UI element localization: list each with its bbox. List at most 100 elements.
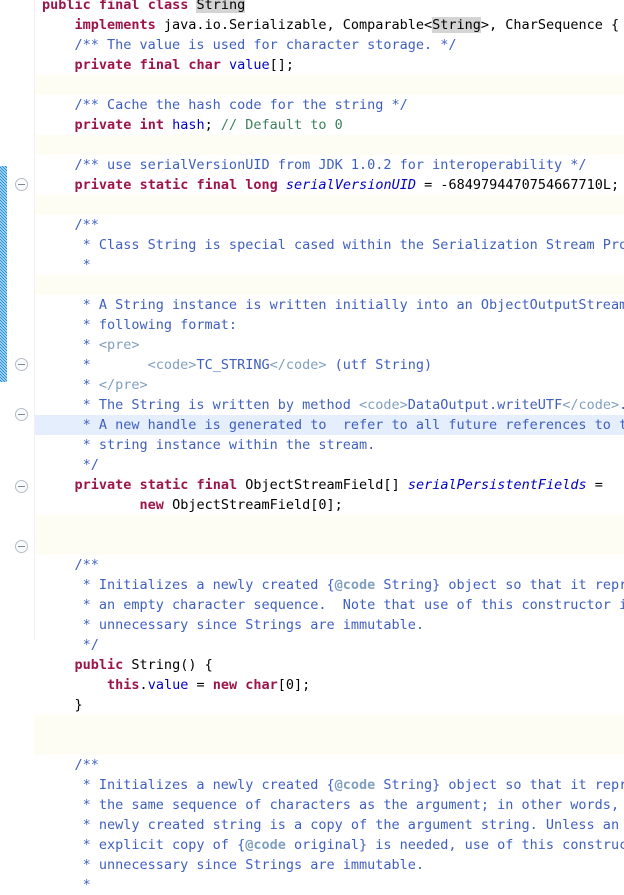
code-line[interactable] bbox=[34, 535, 624, 555]
code-line[interactable]: private static final long serialVersionU… bbox=[34, 175, 624, 195]
code-line[interactable]: * unnecessary since Strings are immutabl… bbox=[34, 855, 624, 875]
code-line[interactable]: /** use serialVersionUID from JDK 1.0.2 … bbox=[34, 155, 624, 175]
code-line[interactable]: * unnecessary since Strings are immutabl… bbox=[34, 615, 624, 635]
code-token-cmt: /** Cache the hash code for the string *… bbox=[42, 97, 408, 113]
code-token-cmt: /** bbox=[42, 217, 99, 233]
code-line[interactable]: */ bbox=[34, 455, 624, 475]
code-token-plain: [0]; bbox=[277, 677, 311, 693]
code-token-kw: final bbox=[196, 477, 238, 493]
code-line[interactable]: private final char value[]; bbox=[34, 55, 624, 75]
code-line[interactable] bbox=[34, 135, 624, 155]
code-line[interactable]: * Initializes a newly created {@code Str… bbox=[34, 575, 624, 595]
code-line[interactable]: /** The value is used for character stor… bbox=[34, 35, 624, 55]
code-token-cmt: */ bbox=[42, 637, 99, 653]
code-line[interactable]: * A String instance is written initially… bbox=[34, 295, 624, 315]
code-token-cmt: * Initializes a newly created { bbox=[42, 777, 335, 793]
java-source-editor[interactable]: public final class String implements jav… bbox=[0, 0, 624, 893]
code-token-cmt: * A new handle is generated to refer to … bbox=[42, 417, 624, 433]
code-line[interactable] bbox=[34, 75, 624, 95]
code-token-cmt: * explicit copy of { bbox=[42, 837, 246, 853]
fold-collapse-icon[interactable] bbox=[15, 408, 28, 421]
code-token-cmt: * bbox=[42, 337, 99, 353]
code-line[interactable]: /** bbox=[34, 215, 624, 235]
code-line[interactable] bbox=[34, 515, 624, 535]
code-line[interactable]: private int hash; // Default to 0 bbox=[34, 115, 624, 135]
code-token-plain: String() { bbox=[123, 657, 213, 673]
code-line[interactable]: this.value = new char[0]; bbox=[34, 675, 624, 695]
code-line[interactable]: * explicit copy of {@code original} is n… bbox=[34, 835, 624, 855]
code-line[interactable]: private static final ObjectStreamField[]… bbox=[34, 475, 624, 495]
code-token-cmtTag: <code> bbox=[358, 397, 408, 413]
code-line[interactable]: * <pre> bbox=[34, 335, 624, 355]
code-line[interactable]: public String() { bbox=[34, 655, 624, 675]
fold-collapse-icon[interactable] bbox=[15, 480, 28, 493]
code-line[interactable] bbox=[34, 195, 624, 215]
code-token-cmt: /** bbox=[42, 757, 99, 773]
code-token-kw: final bbox=[139, 57, 181, 73]
code-token-cmt: * A String instance is written initially… bbox=[42, 297, 624, 313]
code-line[interactable]: * A new handle is generated to refer to … bbox=[34, 415, 624, 435]
code-line[interactable] bbox=[34, 735, 624, 755]
code-token-kw: public bbox=[42, 0, 91, 13]
code-token-cmtTag: </code> bbox=[562, 397, 620, 413]
code-line[interactable]: new ObjectStreamField[0]; bbox=[34, 495, 624, 515]
code-line[interactable]: /** Cache the hash code for the string *… bbox=[34, 95, 624, 115]
code-token-cmt: */ bbox=[42, 457, 99, 473]
code-line[interactable]: public final class String bbox=[34, 0, 624, 15]
code-line[interactable]: * Initializes a newly created {@code Str… bbox=[34, 775, 624, 795]
code-line[interactable] bbox=[34, 715, 624, 735]
code-line[interactable]: * following format: bbox=[34, 315, 624, 335]
code-line[interactable]: * The String is written by method <code>… bbox=[34, 395, 624, 415]
code-line[interactable]: * <code>TC_STRING</code> (utf String) bbox=[34, 355, 624, 375]
code-token-cmt: * Initializes a newly created { bbox=[42, 577, 335, 593]
code-line[interactable]: * newly created string is a copy of the … bbox=[34, 815, 624, 835]
code-line[interactable]: * an empty character sequence. Note that… bbox=[34, 595, 624, 615]
code-token-occ: String bbox=[432, 17, 481, 33]
code-line[interactable]: /** bbox=[34, 555, 624, 575]
code-token-kw: public bbox=[74, 657, 124, 673]
code-line[interactable]: implements java.io.Serializable, Compara… bbox=[34, 15, 624, 35]
code-line[interactable]: * bbox=[34, 875, 624, 895]
code-token-kw: this bbox=[107, 677, 140, 693]
code-line[interactable]: /** bbox=[34, 755, 624, 775]
code-line[interactable] bbox=[34, 275, 624, 295]
code-token-cmt: * following format: bbox=[42, 317, 238, 333]
code-token-kw: int bbox=[139, 117, 164, 133]
code-token-fld: value bbox=[147, 677, 189, 693]
code-token-cmt: * bbox=[42, 357, 148, 373]
code-token-kw: private bbox=[74, 477, 132, 493]
code-line[interactable]: * the same sequence of characters as the… bbox=[34, 795, 624, 815]
code-line[interactable]: } bbox=[34, 695, 624, 715]
editor-gutter[interactable] bbox=[0, 0, 35, 640]
code-token-plain: ObjectStreamField[] bbox=[245, 477, 408, 493]
code-line[interactable]: * string instance within the stream. bbox=[34, 435, 624, 455]
code-line[interactable]: * </pre> bbox=[34, 375, 624, 395]
code-token-cmt: String} object so that it represents bbox=[383, 577, 624, 593]
code-line[interactable]: * Class String is special cased within t… bbox=[34, 235, 624, 255]
fold-collapse-icon[interactable] bbox=[15, 178, 28, 191]
code-token-cmt: /** use serialVersionUID from JDK 1.0.2 … bbox=[42, 157, 587, 173]
code-token-kw: private bbox=[74, 117, 132, 133]
code-token-cmt: * Class String is special cased within t… bbox=[42, 237, 624, 253]
fold-collapse-icon[interactable] bbox=[15, 540, 28, 553]
code-line[interactable]: */ bbox=[34, 635, 624, 655]
code-lines[interactable]: public final class String implements jav… bbox=[34, 0, 624, 895]
fold-collapse-icon[interactable] bbox=[15, 358, 28, 371]
code-token-kw: final bbox=[98, 0, 140, 13]
code-token-kw: char bbox=[245, 677, 278, 693]
code-token-cmtTag: <code> bbox=[147, 357, 197, 373]
code-line[interactable]: * bbox=[34, 255, 624, 275]
code-token-cmt: * newly created string is a copy of the … bbox=[42, 817, 620, 833]
code-token-plain: . bbox=[139, 677, 148, 693]
